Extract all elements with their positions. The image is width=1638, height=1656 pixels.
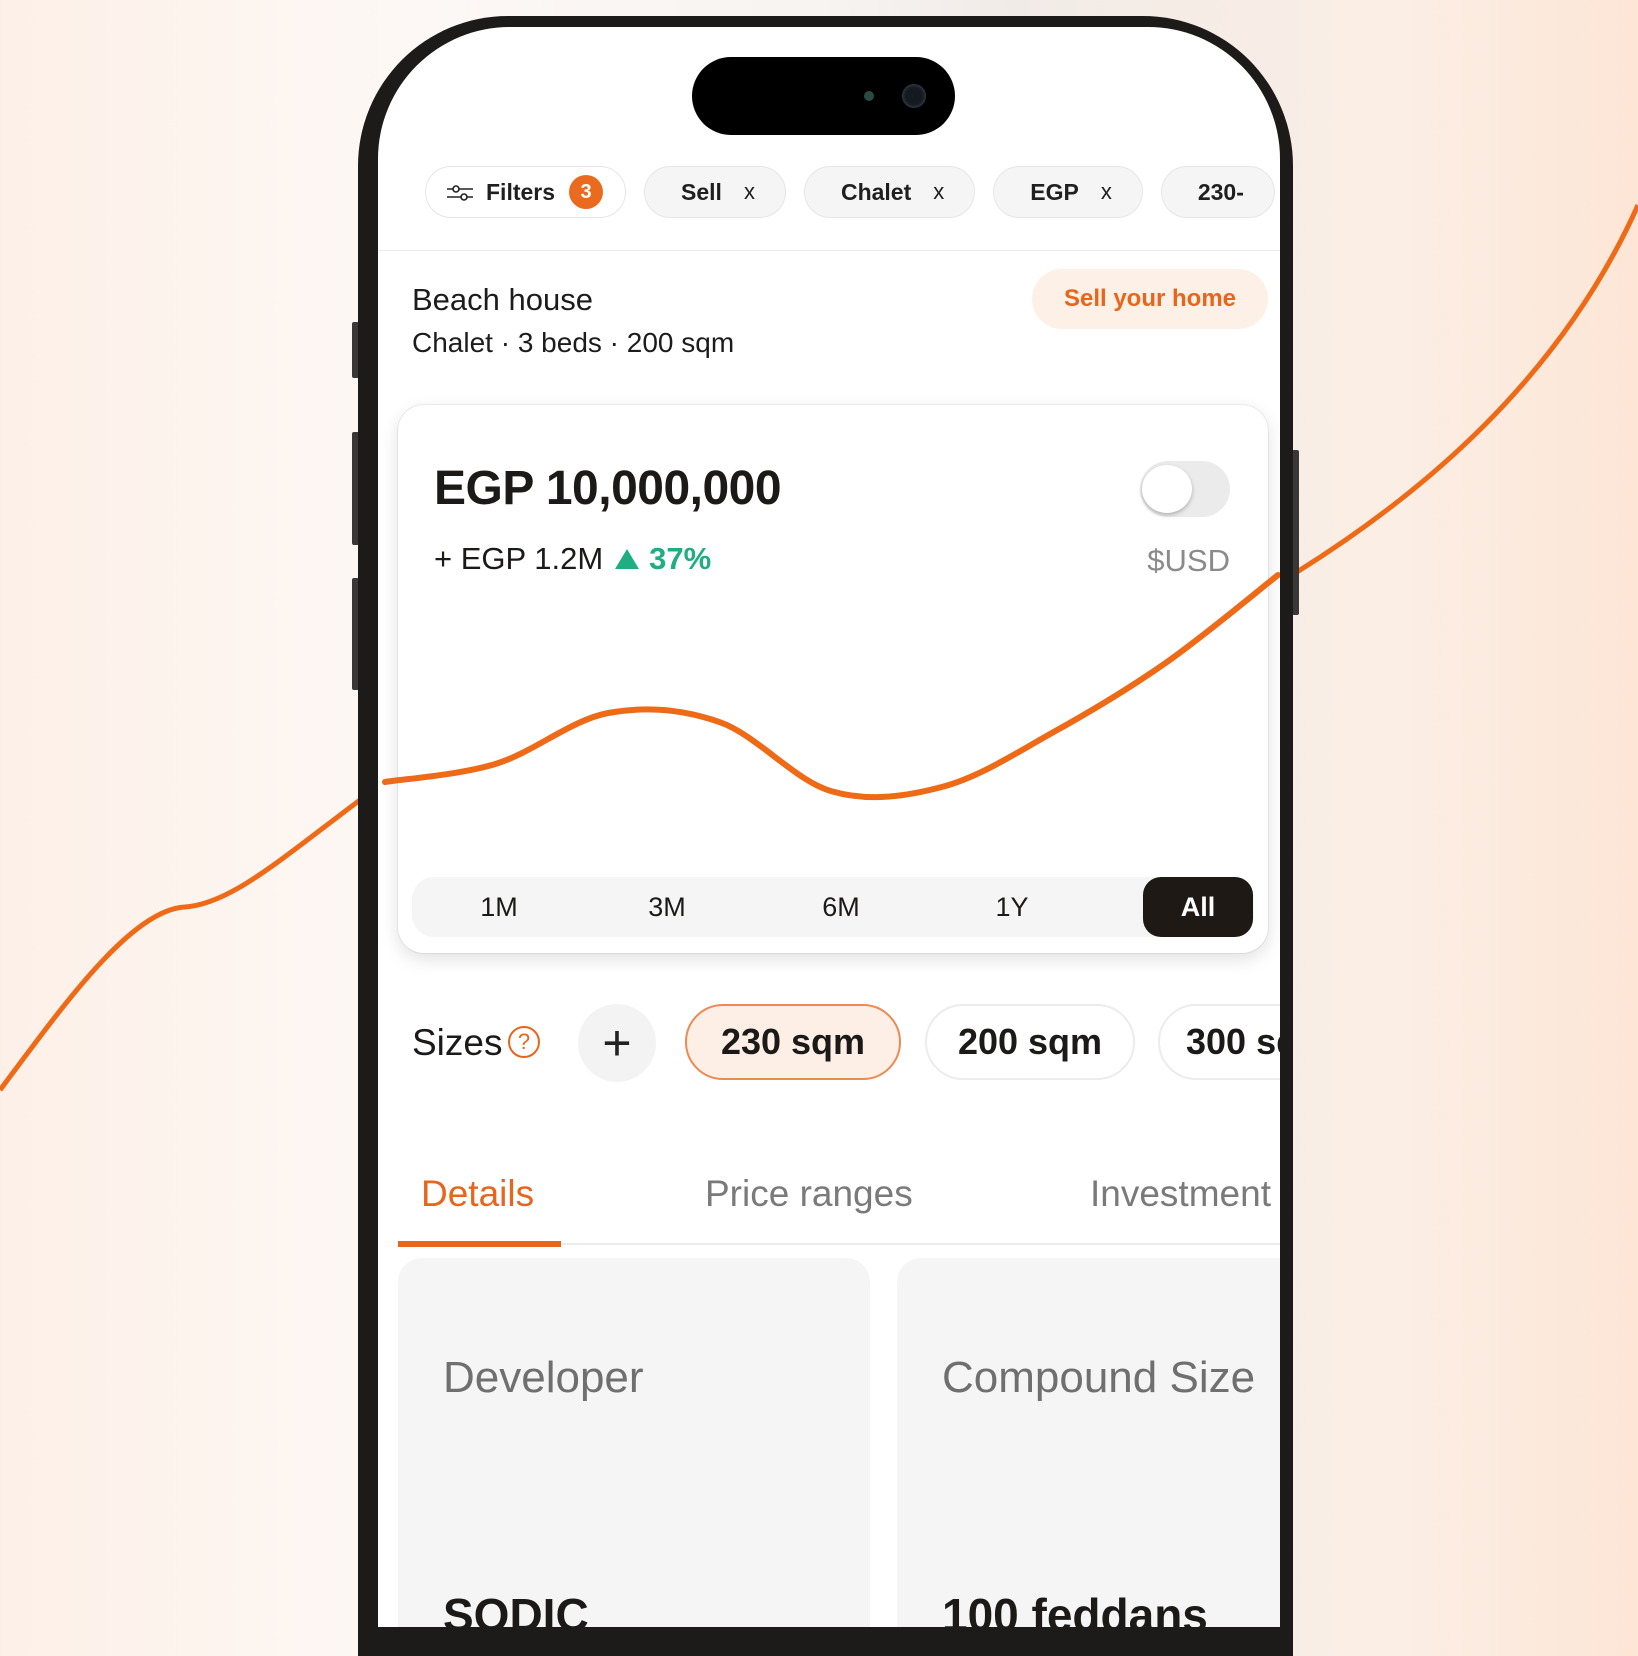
tab-investment[interactable]: Investment: [1090, 1173, 1271, 1215]
tab-details[interactable]: Details: [421, 1173, 534, 1215]
detail-value: SODIC: [443, 1589, 589, 1627]
period-1m[interactable]: 1M: [444, 877, 554, 937]
size-chip-300[interactable]: 300 sqm: [1158, 1004, 1280, 1080]
active-tab-indicator: [398, 1241, 561, 1247]
tab-price-ranges[interactable]: Price ranges: [705, 1173, 913, 1215]
sliders-icon: [446, 182, 474, 202]
filter-chip-sell[interactable]: Sell x: [644, 166, 786, 218]
background-trend-line-left: [0, 798, 362, 1092]
detail-label: Compound Size: [942, 1353, 1256, 1402]
property-subtitle: Chalet · 3 beds · 200 sqm: [412, 327, 735, 358]
price-card: EGP 10,000,000 + EGP 1.2M 37% $USD 1M 3M…: [382, 405, 1280, 953]
detail-card-compound-size[interactable]: Compound Size 100 feddans: [897, 1258, 1280, 1627]
detail-tabs: Details Price ranges Investment: [378, 1155, 1280, 1247]
sizes-row: Sizes ? + 230 sqm 200 sqm 300 sqm: [378, 1002, 1280, 1082]
filter-chips: Filters 3 Sell x Chalet x EGP x 230-: [425, 166, 1275, 218]
period-1y[interactable]: 1Y: [957, 877, 1067, 937]
add-size-button[interactable]: +: [578, 1004, 656, 1082]
sell-your-home-button[interactable]: Sell your home: [1032, 269, 1268, 329]
period-6m[interactable]: 6M: [786, 877, 896, 937]
sensor-icon: [864, 91, 874, 101]
filters-button[interactable]: Filters 3: [425, 166, 627, 218]
filters-count-badge: 3: [569, 175, 604, 209]
size-chip-200[interactable]: 200 sqm: [925, 1004, 1135, 1080]
price-series-line: [382, 572, 1280, 801]
property-title: Beach house: [412, 282, 593, 317]
period-all[interactable]: All: [1143, 877, 1253, 937]
size-chip-230[interactable]: 230 sqm: [685, 1004, 901, 1080]
help-icon[interactable]: ?: [508, 1026, 540, 1058]
chip-label: 230-: [1197, 178, 1244, 205]
period-3m[interactable]: 3M: [612, 877, 722, 937]
detail-label: Developer: [443, 1353, 644, 1402]
filters-label: Filters: [486, 178, 556, 205]
detail-value: 100 feddans: [942, 1589, 1208, 1627]
filter-chip-egp[interactable]: EGP x: [993, 166, 1143, 218]
header-divider: [378, 250, 1280, 251]
dynamic-island: [692, 57, 955, 135]
sizes-label: Sizes: [412, 1022, 503, 1063]
chip-label: EGP: [1030, 178, 1079, 205]
phone-screen: Filters 3 Sell x Chalet x EGP x 230- Bea…: [378, 27, 1280, 1627]
chip-label: Chalet: [840, 178, 912, 205]
price-chart: [382, 572, 1280, 801]
background-trend-line-right: [1295, 203, 1638, 575]
chip-label: Sell: [681, 178, 722, 205]
camera-icon: [902, 84, 926, 108]
detail-card-developer[interactable]: Developer SODIC: [398, 1258, 870, 1627]
power-button: [1292, 450, 1299, 615]
close-icon[interactable]: x: [744, 179, 755, 205]
close-icon[interactable]: x: [933, 179, 944, 205]
close-icon[interactable]: x: [1101, 179, 1112, 205]
period-selector: 1M 3M 6M 1Y All: [412, 877, 1254, 937]
filter-chip-size-range[interactable]: 230-: [1160, 166, 1275, 218]
filter-chip-chalet[interactable]: Chalet x: [803, 166, 976, 218]
